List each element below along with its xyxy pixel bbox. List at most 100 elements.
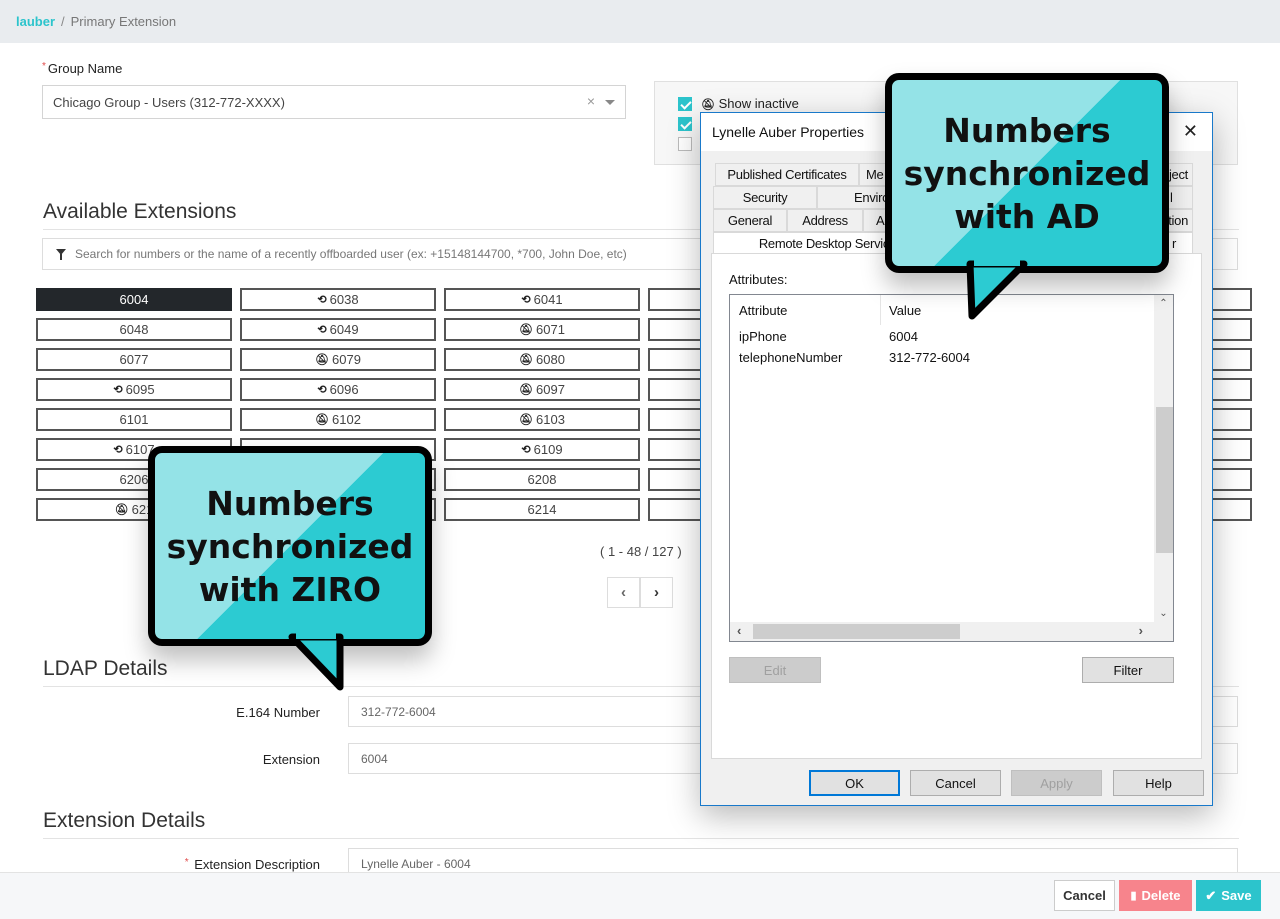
horizontal-scrollbar[interactable]: ‹ › (730, 622, 1173, 641)
callout-ad-tail (966, 256, 1028, 320)
paging-info: ( 1 - 48 / 127 ) (600, 544, 682, 559)
history-icon: ⟲ (113, 444, 123, 456)
extension-button[interactable]: ⟲ 6109 (444, 438, 640, 461)
chevron-down-icon[interactable] (605, 100, 615, 105)
required-marker: * (42, 61, 46, 72)
extension-number: 6101 (119, 412, 149, 427)
tab-published-certificates[interactable]: Published Certificates (715, 163, 859, 186)
breadcrumb-separator: / (61, 14, 65, 29)
option-checkbox-2[interactable] (678, 117, 692, 131)
extension-number: 6102 (332, 412, 361, 427)
extension-button[interactable]: ⟲ 6041 (444, 288, 640, 311)
show-inactive-checkbox[interactable] (678, 97, 692, 111)
extension-description-label-text: Extension Description (194, 857, 320, 872)
attribute-row[interactable]: telephoneNumber 312-772-6004 (730, 348, 1155, 368)
breadcrumb-parent-link[interactable]: lauber (16, 14, 55, 29)
tab-security[interactable]: Security (713, 186, 817, 209)
attribute-name: telephoneNumber (739, 350, 843, 365)
close-icon[interactable]: ✕ (1183, 121, 1198, 142)
breadcrumb: lauber / Primary Extension (16, 14, 176, 29)
extension-search-input[interactable] (75, 239, 715, 269)
edit-button[interactable]: Edit (729, 657, 821, 683)
vertical-scroll-thumb[interactable] (1156, 407, 1173, 553)
ok-button[interactable]: OK (809, 770, 900, 796)
cancel-button-label: Cancel (1063, 888, 1106, 903)
group-name-value: Chicago Group - Users (312-772-XXXX) (53, 95, 285, 110)
page: lauber / Primary Extension * Group Name Chi… (0, 0, 1280, 919)
next-page-button[interactable]: › (640, 577, 673, 608)
prev-page-button[interactable]: ‹ (607, 577, 640, 608)
tab-remote-desktop-services[interactable]: Remote Desktop Service (713, 232, 897, 255)
cancel-button[interactable]: Cancel (1054, 880, 1115, 911)
extension-button[interactable]: 🔕︎ 6102 (240, 408, 436, 431)
chevron-left-icon[interactable]: ‹ (737, 623, 741, 638)
extension-button[interactable]: 6208 (444, 468, 640, 491)
apply-button[interactable]: Apply (1011, 770, 1102, 796)
chevron-up-icon[interactable]: ⌃ (1154, 298, 1173, 309)
attribute-row[interactable]: ipPhone 6004 (730, 327, 1155, 347)
bell-slash-icon: 🔕︎ (315, 414, 330, 426)
filter-icon (56, 249, 66, 260)
bell-slash-icon: 🔕︎ (315, 354, 330, 366)
delete-button[interactable]: ▮ Delete (1119, 880, 1192, 911)
extension-button[interactable]: 6004 (36, 288, 232, 311)
bell-slash-icon: 🔕︎ (114, 504, 129, 516)
extension-button[interactable]: 🔕︎ 6080 (444, 348, 640, 371)
attribute-value: 6004 (889, 329, 918, 344)
callout-ad-tail-shape (966, 260, 1028, 320)
bell-slash-icon: 🔕︎ (519, 324, 534, 336)
help-button[interactable]: Help (1113, 770, 1204, 796)
breadcrumb-current: Primary Extension (70, 14, 177, 29)
extension-button[interactable]: 🔕︎ 6079 (240, 348, 436, 371)
clear-icon[interactable]: × (587, 93, 595, 109)
column-divider (880, 295, 881, 325)
extension-button[interactable]: 6048 (36, 318, 232, 341)
check-icon: ✔ (1205, 887, 1217, 903)
callout-ad-text: Numbers synchronized with AD (903, 110, 1151, 236)
filter-button[interactable]: Filter (1082, 657, 1174, 683)
extension-label: Extension (262, 752, 320, 767)
option-checkbox-3[interactable] (678, 137, 692, 151)
extension-button[interactable]: 🔕︎ 6103 (444, 408, 640, 431)
extension-number: 6038 (329, 292, 359, 307)
save-button[interactable]: ✔ Save (1196, 880, 1261, 911)
column-header-attribute[interactable]: Attribute (739, 303, 787, 318)
bell-slash-icon: 🔕︎ (519, 384, 534, 396)
extension-number: 6097 (536, 382, 565, 397)
chevron-right-icon[interactable]: › (1139, 623, 1143, 638)
history-icon: ⟲ (317, 384, 327, 396)
extension-button[interactable]: ⟲ 6095 (36, 378, 232, 401)
chevron-down-icon[interactable]: ⌄ (1154, 608, 1173, 619)
section-divider (43, 838, 1239, 839)
extension-button[interactable]: 6214 (444, 498, 640, 521)
extension-button[interactable]: 6077 (36, 348, 232, 371)
attribute-value: 312-772-6004 (889, 350, 970, 365)
horizontal-scroll-thumb[interactable] (753, 624, 960, 639)
callout-ziro-tail-shape (288, 633, 344, 691)
delete-button-label: Delete (1141, 888, 1181, 903)
callout-ziro-tail (288, 629, 344, 691)
group-name-label: * Group Name (42, 61, 122, 76)
tab-general[interactable]: General (713, 209, 787, 232)
extension-number: 6080 (536, 352, 565, 367)
extension-number: 6004 (119, 292, 149, 307)
history-icon: ⟲ (521, 444, 531, 456)
extension-button[interactable]: ⟲ 6096 (240, 378, 436, 401)
history-icon: ⟲ (521, 294, 531, 306)
column-header-value[interactable]: Value (889, 303, 921, 318)
extension-number: 6095 (125, 382, 155, 397)
extension-button[interactable]: ⟲ 6049 (240, 318, 436, 341)
group-name-select[interactable]: Chicago Group - Users (312-772-XXXX) × (42, 85, 626, 119)
attributes-label: Attributes: (729, 272, 788, 287)
extension-button[interactable]: 🔕︎ 6071 (444, 318, 640, 341)
dialog-cancel-button[interactable]: Cancel (910, 770, 1001, 796)
extension-number: 6206 (119, 472, 149, 487)
extension-button[interactable]: 6101 (36, 408, 232, 431)
extension-button[interactable]: 🔕︎ 6097 (444, 378, 640, 401)
show-inactive-text: Show inactive (718, 96, 799, 111)
tab-address[interactable]: Address (787, 209, 863, 232)
callout-ziro-tail-join (296, 629, 336, 639)
vertical-scrollbar[interactable]: ⌃ ⌄ (1154, 295, 1173, 622)
extension-description-label: * Extension Description (40, 857, 320, 872)
extension-button[interactable]: ⟲ 6038 (240, 288, 436, 311)
